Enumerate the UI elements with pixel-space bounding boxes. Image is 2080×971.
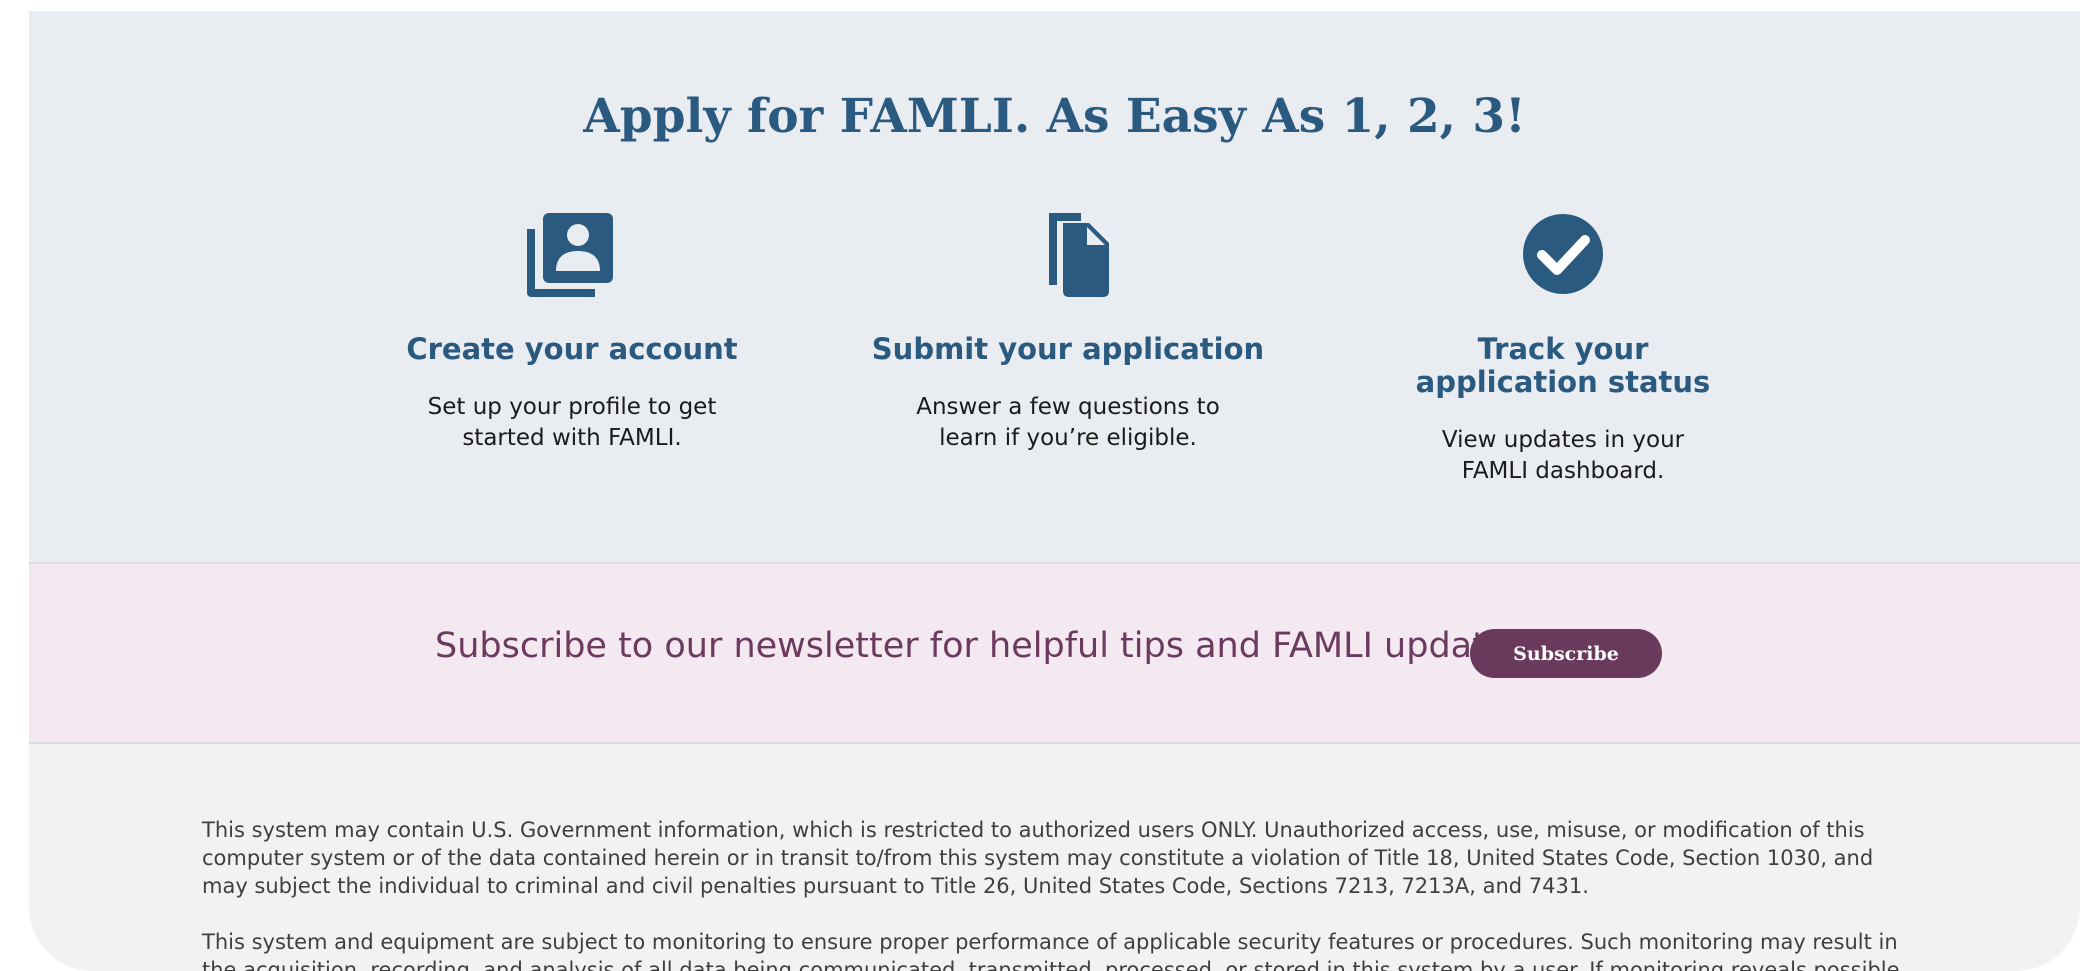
step-description-line: Set up your profile to get <box>427 394 717 420</box>
disclaimer-paragraph: This system and equipment are subject to… <box>202 930 1900 971</box>
step-heading: Submit your application <box>871 332 1265 366</box>
document-icon <box>1023 209 1113 299</box>
step-create-account: Create your account Set up your profile … <box>362 209 782 454</box>
step-heading-line: application status <box>1415 365 1711 399</box>
steps-section: Apply for FAMLI. As Easy As 1, 2, 3! Cre… <box>29 11 2080 564</box>
page-frame: Apply for FAMLI. As Easy As 1, 2, 3! Cre… <box>29 11 2080 971</box>
step-heading: Create your account <box>406 332 738 366</box>
step-submit-application: Submit your application Answer a few que… <box>858 209 1278 454</box>
step-description: View updates in your FAMLI dashboard. <box>1353 425 1773 487</box>
subscribe-button[interactable]: Subscribe <box>1470 629 1662 678</box>
account-profile-icon <box>527 209 617 299</box>
newsletter-text: Subscribe to our newsletter for helpful … <box>435 626 1537 666</box>
step-description-line: View updates in your <box>1441 427 1685 453</box>
steps-title: Apply for FAMLI. As Easy As 1, 2, 3! <box>583 89 1526 144</box>
disclaimer-body: This system may contain U.S. Government … <box>202 816 1922 971</box>
checkmark-circle-icon <box>1518 209 1608 299</box>
step-track-status: Track your application status View updat… <box>1353 209 1773 487</box>
newsletter-banner: Subscribe to our newsletter for helpful … <box>29 564 2080 744</box>
step-description-line: learn if you’re eligible. <box>939 425 1197 451</box>
security-disclaimer: This system may contain U.S. Government … <box>29 744 2080 971</box>
step-heading: Track your application status <box>1353 333 1773 399</box>
step-description-line: FAMLI dashboard. <box>1461 458 1665 484</box>
step-description-line: Answer a few questions to <box>916 394 1220 420</box>
step-heading-line: Track your <box>1477 332 1649 366</box>
step-description: Answer a few questions to learn if you’r… <box>858 392 1278 454</box>
step-description-line: started with FAMLI. <box>462 425 682 451</box>
disclaimer-paragraph: This system may contain U.S. Government … <box>202 818 1874 898</box>
step-description: Set up your profile to get started with … <box>362 392 782 454</box>
